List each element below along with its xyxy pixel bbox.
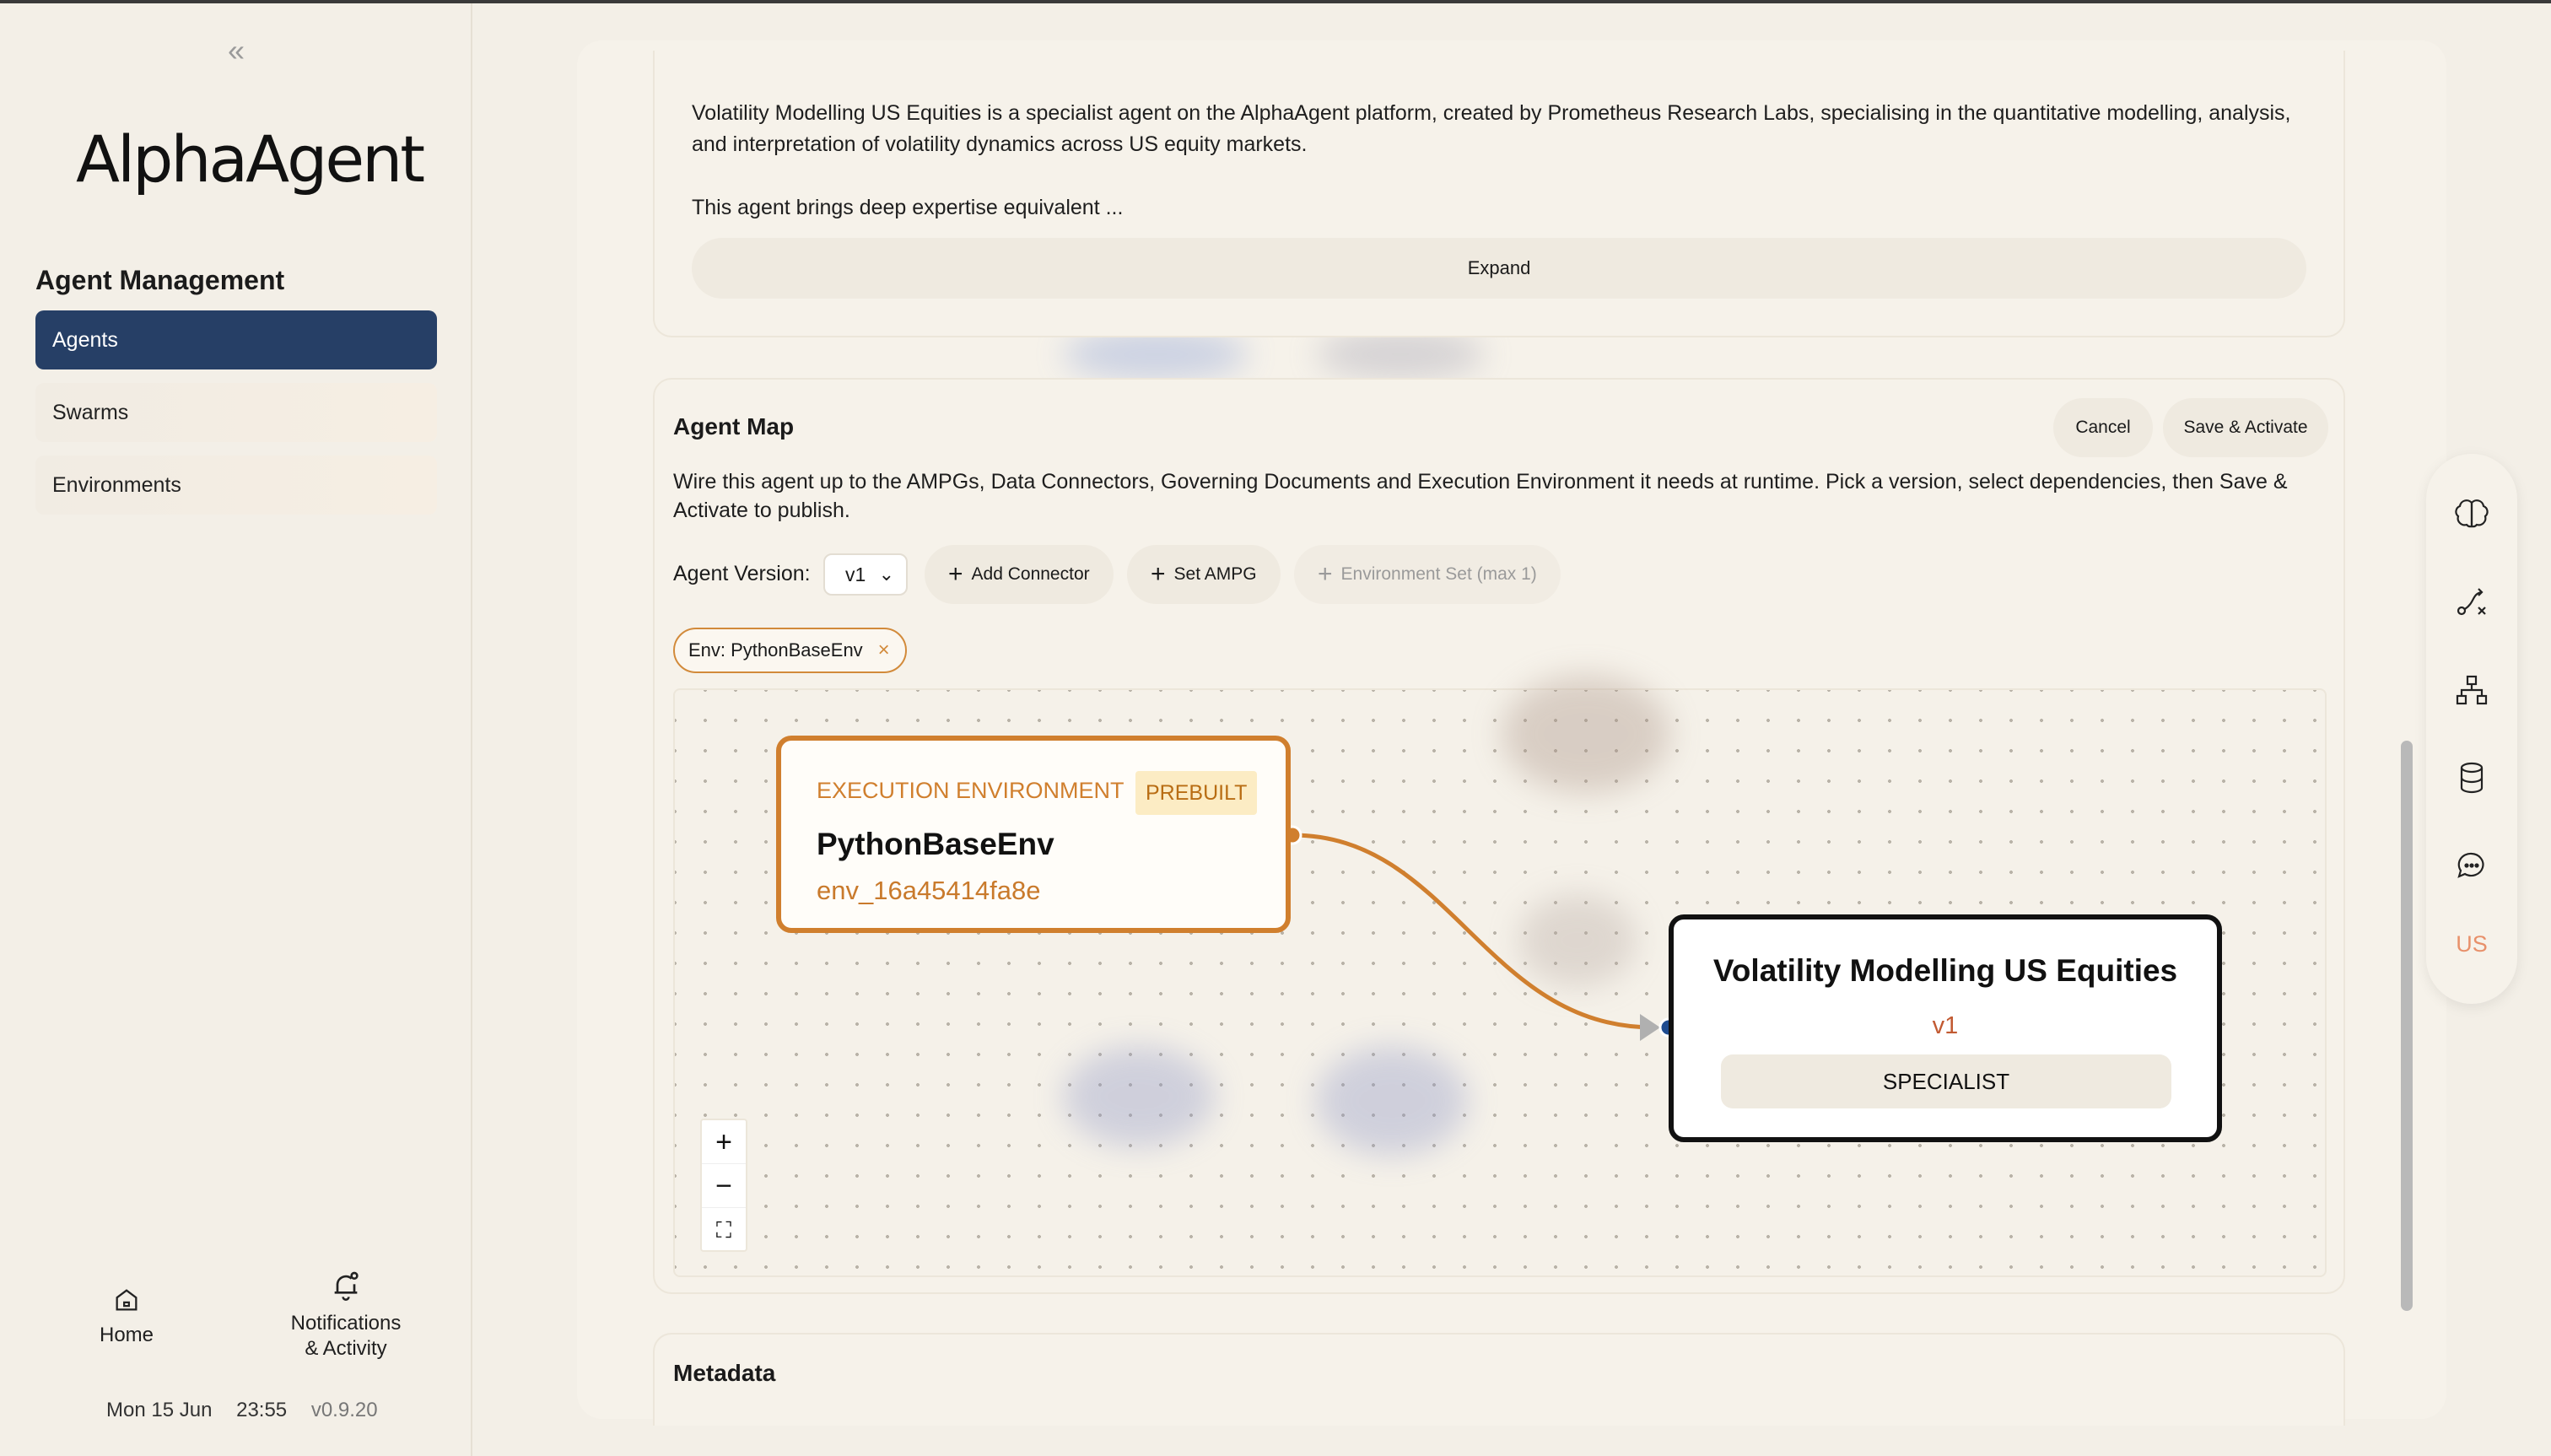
zoom-out-button[interactable]: − [702,1164,746,1208]
description-card: Volatility Modelling US Equities is a sp… [653,51,2345,337]
env-node-id: env_16a45414fa8e [817,876,1041,905]
agent-version-label: Agent Version: [673,562,811,585]
agent-map-description: Wire this agent up to the AMPGs, Data Co… [673,470,2288,522]
agent-node-version: v1 [1932,1012,1959,1039]
footer-version: v0.9.20 [310,1399,378,1421]
env-node-type: EXECUTION ENVIRONMENT [817,778,1124,803]
env-tag-chip: Env: PythonBaseEnv × [673,628,907,673]
home-icon [116,1289,138,1311]
zoom-controls: + − ⛶ [700,1119,747,1252]
agent-version-value: v1 [845,564,866,585]
zoom-in-button[interactable]: + [702,1120,746,1164]
section-title: Agent Management [35,265,285,295]
agent-node-role: SPECIALIST [1721,1054,2171,1108]
notifications-button[interactable]: Notifications & Activity [270,1269,422,1362]
background-blur [1063,1046,1215,1147]
remove-env-tag-icon[interactable]: × [878,629,890,671]
main-scrollbar[interactable] [2401,741,2413,1311]
sidebar-item-agents[interactable]: Agents [35,310,437,369]
notifications-label-line2: & Activity [305,1337,387,1360]
add-connector-button[interactable]: + Add Connector [925,545,1114,604]
route-icon[interactable] [2446,577,2497,628]
environment-set-button[interactable]: + Environment Set (max 1) [1294,545,1561,604]
hierarchy-icon[interactable] [2446,665,2497,715]
env-tag-label: Env: PythonBaseEnv [688,639,863,661]
sidebar-item-swarms[interactable]: Swarms [35,383,437,442]
sidebar-nav: Agents Swarms Environments [35,310,437,528]
sidebar-item-environments[interactable]: Environments [35,456,437,515]
user-avatar[interactable]: US [2451,931,2492,965]
home-label: Home [99,1324,154,1346]
notifications-label-line1: Notifications [290,1312,402,1335]
cancel-button[interactable]: Cancel [2053,398,2153,457]
bell-icon [334,1271,359,1301]
chevron-down-icon: ⌄ [878,564,894,585]
plus-icon: + [1318,560,1333,588]
footer-time: 23:55 [236,1399,288,1421]
right-toolbar [2426,454,2517,1004]
brain-icon[interactable] [2446,489,2497,540]
plus-icon: + [1151,560,1166,588]
bottom-nav: Home Notifications & Activity [0,1260,472,1378]
plus-icon: + [948,560,963,588]
collapse-sidebar-icon[interactable]: « [221,35,251,66]
app-logo: AlphaAgent [76,121,425,197]
execution-environment-node[interactable]: EXECUTION ENVIRONMENT PREBUILT PythonBas… [776,736,1291,933]
prebuilt-badge: PREBUILT [1135,771,1258,815]
metadata-title: Metadata [673,1360,776,1386]
agent-version-select[interactable]: v1 ⌄ [823,553,908,596]
set-ampg-label: Set AMPG [1173,564,1257,584]
add-connector-label: Add Connector [971,564,1090,584]
fit-view-button[interactable]: ⛶ [702,1208,746,1252]
set-ampg-button[interactable]: + Set AMPG [1127,545,1281,604]
agent-map-title: Agent Map [673,413,795,439]
footer-date: Mon 15 Jun [106,1399,213,1421]
env-node-name: PythonBaseEnv [817,827,1054,861]
agent-node-name: Volatility Modelling US Equities [1712,953,2178,988]
environment-set-label: Environment Set (max 1) [1340,564,1537,584]
description-paragraph: Volatility Modelling US Equities is a sp… [692,101,2291,156]
home-button[interactable]: Home [84,1286,169,1348]
sidebar: « AlphaAgent Agent Management Agents Swa… [0,3,472,1456]
agent-node[interactable]: Volatility Modelling US Equities v1 SPEC… [1669,914,2222,1142]
expand-button[interactable]: Expand [692,238,2306,299]
description-truncated: This agent brings deep expertise equival… [692,196,1124,219]
metadata-card: Metadata [653,1333,2345,1426]
database-icon[interactable] [2446,752,2497,803]
background-blur [1316,1046,1468,1156]
background-blur [1502,675,1670,793]
status-footer: Mon 15 Jun 23:55 v0.9.20 [106,1399,396,1422]
chat-icon[interactable] [2446,840,2497,891]
save-activate-button[interactable]: Save & Activate [2163,398,2328,457]
background-blur [1518,894,1637,987]
